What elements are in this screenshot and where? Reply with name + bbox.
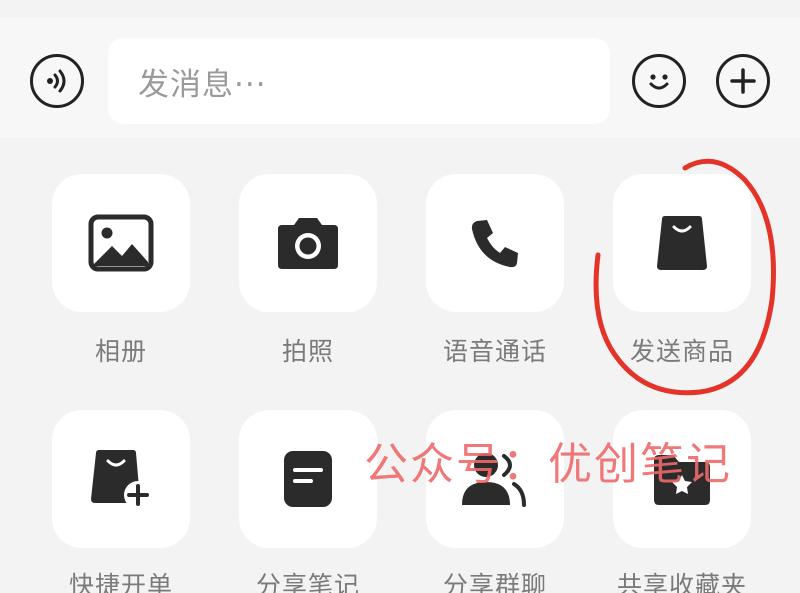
action-label: 快捷开单 bbox=[68, 571, 173, 593]
message-input-placeholder: 发消息··· bbox=[138, 66, 267, 103]
action-label: 相册 bbox=[94, 337, 147, 366]
more-actions-button[interactable] bbox=[716, 54, 770, 108]
phone-icon bbox=[471, 220, 518, 268]
action-label: 拍照 bbox=[281, 337, 334, 366]
action-label: 语音通话 bbox=[442, 337, 547, 366]
action-label: 分享群聊 bbox=[442, 571, 547, 593]
chat-panel: 发消息··· 相册 拍照 语音通话 发送商品 快捷开单 分享笔记 分享群聊 共享… bbox=[0, 0, 800, 593]
action-album[interactable] bbox=[52, 174, 190, 312]
action-label: 分享笔记 bbox=[255, 571, 360, 593]
shopping-bag-icon bbox=[657, 216, 707, 270]
action-label: 发送商品 bbox=[629, 337, 734, 366]
plus-icon bbox=[730, 68, 756, 94]
message-input-bar: 发消息··· bbox=[0, 18, 800, 138]
camera-icon bbox=[278, 218, 338, 269]
voice-wave-icon bbox=[47, 69, 66, 93]
action-share-note[interactable] bbox=[239, 410, 377, 548]
photo-icon bbox=[88, 214, 154, 272]
action-send-product[interactable] bbox=[613, 174, 751, 312]
bag-add-icon bbox=[91, 450, 152, 509]
action-camera[interactable] bbox=[239, 174, 377, 312]
voice-input-button[interactable] bbox=[30, 54, 84, 108]
watermark-text: 公众号：优创笔记 bbox=[364, 439, 732, 490]
message-input[interactable]: 发消息··· bbox=[108, 38, 610, 124]
action-voice-call[interactable] bbox=[426, 174, 564, 312]
smiley-icon bbox=[649, 74, 669, 90]
emoji-button[interactable] bbox=[632, 54, 686, 108]
note-icon bbox=[284, 451, 332, 507]
action-quick-order[interactable] bbox=[52, 410, 190, 548]
action-label: 共享收藏夹 bbox=[616, 571, 747, 593]
